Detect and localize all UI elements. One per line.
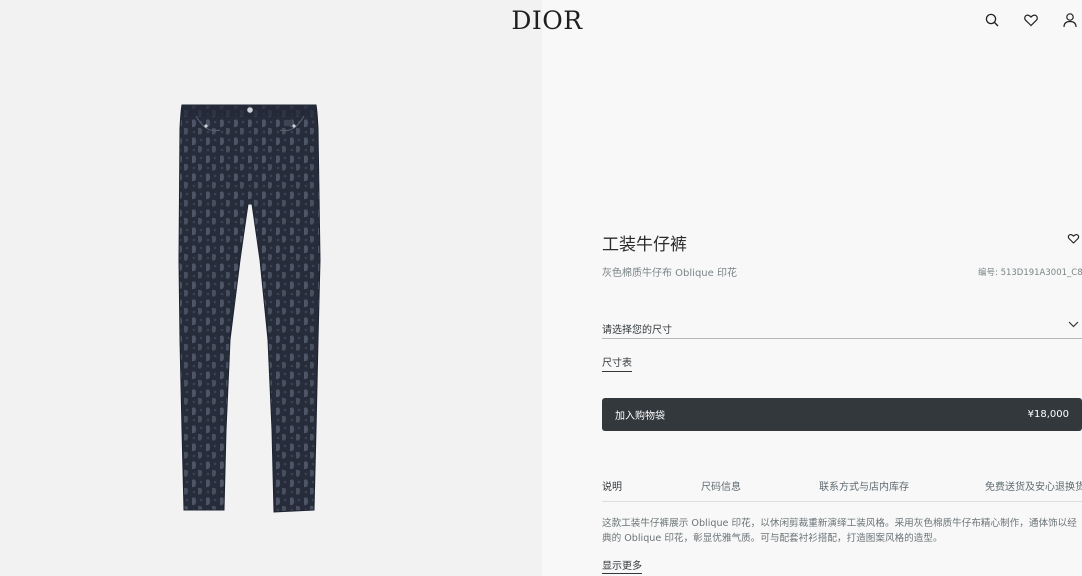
header-icons xyxy=(984,12,1078,28)
chevron-down-icon xyxy=(1068,321,1079,328)
product-reference: 编号: 513D191A3001_C880 xyxy=(978,268,1082,278)
add-to-bag-button[interactable]: 加入购物袋 ¥18,000 xyxy=(602,398,1082,431)
add-to-bag-label: 加入购物袋 xyxy=(615,411,665,422)
show-more-link[interactable]: 显示更多 xyxy=(602,557,642,574)
product-title: 工装牛仔裤 xyxy=(602,235,687,255)
tab-description[interactable]: 说明 xyxy=(602,478,622,501)
product-description: 这款工装牛仔裤展示 Oblique 印花，以休闲剪裁重新演绎工装风格。采用灰色棉… xyxy=(602,518,1077,544)
title-row: 工装牛仔裤 xyxy=(602,230,1082,255)
price: ¥18,000 xyxy=(1027,409,1069,420)
product-image[interactable] xyxy=(176,100,324,516)
size-select-label: 请选择您的尺寸 xyxy=(602,325,672,336)
tab-size-info[interactable]: 尺码信息 xyxy=(701,478,741,501)
product-subtitle: 灰色棉质牛仔布 Oblique 印花 xyxy=(602,268,737,279)
size-chart-link[interactable]: 尺寸表 xyxy=(602,354,632,372)
wishlist-heart-icon[interactable] xyxy=(1067,232,1080,245)
search-icon[interactable] xyxy=(984,12,1000,28)
product-tabs: 说明 尺码信息 联系方式与店内库存 免费送货及安心退换货 xyxy=(602,478,1082,502)
size-select-dropdown[interactable]: 请选择您的尺寸 xyxy=(602,318,1082,339)
product-image-panel xyxy=(0,0,542,576)
tab-free-shipping[interactable]: 免费送货及安心退换货 xyxy=(985,478,1082,501)
dior-logo[interactable]: DIOR xyxy=(0,6,1082,35)
tab-contact-stock[interactable]: 联系方式与店内库存 xyxy=(819,478,909,501)
user-icon[interactable] xyxy=(1062,12,1078,28)
heart-icon[interactable] xyxy=(1023,12,1039,28)
